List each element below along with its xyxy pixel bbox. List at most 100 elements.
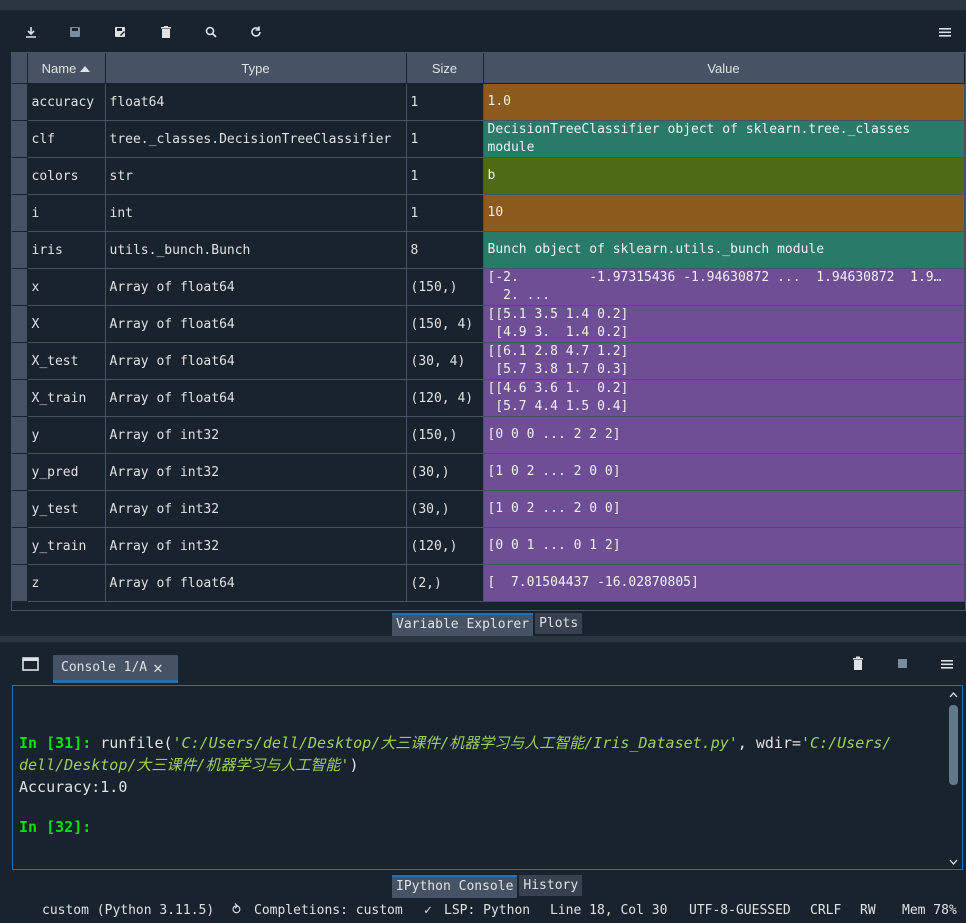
row-header[interactable] <box>12 564 28 602</box>
row-header[interactable] <box>12 379 28 417</box>
cell-type[interactable]: Array of float64 <box>105 305 407 343</box>
row-header[interactable] <box>12 120 28 158</box>
cell-size[interactable]: (120, 4) <box>406 379 484 417</box>
cell-size[interactable]: 8 <box>406 231 484 269</box>
tab-ipython-console[interactable]: IPython Console <box>392 875 518 898</box>
delete-icon[interactable] <box>155 22 177 42</box>
cell-type[interactable]: utils._bunch.Bunch <box>105 231 407 269</box>
cell-size[interactable]: (120,) <box>406 527 484 565</box>
status-completions[interactable]: Completions: custom <box>254 903 403 918</box>
console-menu-icon[interactable] <box>940 657 954 671</box>
tab-variable-explorer[interactable]: Variable Explorer <box>392 613 534 636</box>
cell-size[interactable]: 1 <box>406 194 484 232</box>
cell-name[interactable]: X_test <box>27 342 106 380</box>
cell-value[interactable]: [ 7.01504437 -16.02870805] <box>483 564 965 602</box>
tab-history[interactable]: History <box>519 875 583 896</box>
cell-size[interactable]: (150,) <box>406 268 484 306</box>
cell-name[interactable]: X <box>27 305 106 343</box>
cell-size[interactable]: (2,) <box>406 564 484 602</box>
row-header[interactable] <box>12 268 28 306</box>
cell-value[interactable]: [1 0 2 ... 2 0 0] <box>483 453 965 491</box>
cell-value[interactable]: [[4.6 3.6 1. 0.2] [5.7 4.4 1.5 0.4] <box>483 379 965 417</box>
close-icon[interactable]: ✕ <box>153 659 163 676</box>
cell-name[interactable]: y_pred <box>27 453 106 491</box>
column-header-type[interactable]: Type <box>105 53 407 84</box>
cell-type[interactable]: Array of int32 <box>105 453 407 491</box>
cell-value[interactable]: DecisionTreeClassifier object of sklearn… <box>483 120 965 158</box>
cell-size[interactable]: (150, 4) <box>406 305 484 343</box>
cell-name[interactable]: y_train <box>27 527 106 565</box>
cell-name[interactable]: clf <box>27 120 106 158</box>
menu-icon[interactable] <box>934 22 956 42</box>
cell-name[interactable]: x <box>27 268 106 306</box>
cell-type[interactable]: int <box>105 194 407 232</box>
cell-name[interactable]: X_train <box>27 379 106 417</box>
stop-icon[interactable] <box>898 659 907 668</box>
cell-size[interactable]: (150,) <box>406 416 484 454</box>
cell-value[interactable]: b <box>483 157 965 195</box>
row-header[interactable] <box>12 194 28 232</box>
status-lsp[interactable]: LSP: Python <box>444 903 530 918</box>
refresh-icon[interactable] <box>245 22 267 42</box>
table-row[interactable]: y_pred Array of int32 (30,) [1 0 2 ... 2 0 … <box>12 453 965 491</box>
cell-name[interactable]: z <box>27 564 106 602</box>
cell-name[interactable]: iris <box>27 231 106 269</box>
column-header-size[interactable]: Size <box>406 53 484 84</box>
cell-name[interactable]: y_test <box>27 490 106 528</box>
cell-type[interactable]: str <box>105 157 407 195</box>
row-header[interactable] <box>12 416 28 454</box>
cell-size[interactable]: (30,) <box>406 490 484 528</box>
table-row[interactable]: colors str 1 b <box>12 157 965 195</box>
cell-type[interactable]: Array of float64 <box>105 342 407 380</box>
cell-type[interactable]: Array of float64 <box>105 564 407 602</box>
table-row[interactable]: y_train Array of int32 (120,) [0 0 1 ... 0 … <box>12 527 965 565</box>
cell-name[interactable]: y <box>27 416 106 454</box>
cell-size[interactable]: 1 <box>406 120 484 158</box>
ipython-console[interactable]: In [31]: runfile('C:/Users/dell/Desktop/… <box>12 685 963 870</box>
row-header[interactable] <box>12 83 28 121</box>
cell-value[interactable]: 1.0 <box>483 83 965 121</box>
row-header[interactable] <box>12 342 28 380</box>
cell-type[interactable]: Array of int32 <box>105 416 407 454</box>
table-row[interactable]: X Array of float64 (150, 4) [[5.1 3.5 1.4 0… <box>12 305 965 343</box>
cell-type[interactable]: Array of float64 <box>105 268 407 306</box>
column-header-value[interactable]: Value <box>483 53 965 84</box>
console-scrollbar[interactable] <box>948 691 959 866</box>
table-row[interactable]: y_test Array of int32 (30,) [1 0 2 ... 2 0 … <box>12 490 965 528</box>
save-as-icon[interactable] <box>109 22 131 42</box>
cell-value[interactable]: [1 0 2 ... 2 0 0] <box>483 490 965 528</box>
cell-value[interactable]: [[5.1 3.5 1.4 0.2] [4.9 3. 1.4 0.2] <box>483 305 965 343</box>
table-row[interactable]: clf tree._classes.DecisionTreeClassifier 1… <box>12 120 965 158</box>
table-row[interactable]: accuracy float64 1 1.0 <box>12 83 965 121</box>
cell-type[interactable]: Array of int32 <box>105 490 407 528</box>
save-data-icon[interactable] <box>64 22 86 42</box>
pane-splitter[interactable] <box>0 636 966 642</box>
table-row[interactable]: X_train Array of float64 (120, 4) [[4.6 3.6… <box>12 379 965 417</box>
cell-name[interactable]: colors <box>27 157 106 195</box>
cell-size[interactable]: 1 <box>406 83 484 121</box>
cell-type[interactable]: float64 <box>105 83 407 121</box>
cell-type[interactable]: tree._classes.DecisionTreeClassifier <box>105 120 407 158</box>
row-header[interactable] <box>12 453 28 491</box>
cell-value[interactable]: [[6.1 2.8 4.7 1.2] [5.7 3.8 1.7 0.3] <box>483 342 965 380</box>
tab-console[interactable]: Console 1/A ✕ <box>53 655 178 683</box>
import-data-icon[interactable] <box>20 22 42 42</box>
table-row[interactable]: y Array of int32 (150,) [0 0 0 ... 2 2 2] <box>12 416 965 454</box>
search-icon[interactable] <box>200 22 222 42</box>
cell-value[interactable]: [0 0 1 ... 0 1 2] <box>483 527 965 565</box>
cell-name[interactable]: accuracy <box>27 83 106 121</box>
row-header[interactable] <box>12 305 28 343</box>
table-row[interactable]: iris utils._bunch.Bunch 8 Bunch object of s… <box>12 231 965 269</box>
scroll-thumb[interactable] <box>949 705 958 785</box>
cell-size[interactable]: (30, 4) <box>406 342 484 380</box>
cell-value[interactable]: [0 0 0 ... 2 2 2] <box>483 416 965 454</box>
cell-type[interactable]: Array of int32 <box>105 527 407 565</box>
status-environment[interactable]: custom (Python 3.11.5) <box>42 903 214 918</box>
cell-value[interactable]: Bunch object of sklearn.utils._bunch mod… <box>483 231 965 269</box>
tab-plots[interactable]: Plots <box>535 613 583 634</box>
row-header[interactable] <box>12 527 28 565</box>
table-row[interactable]: z Array of float64 (2,)[ 7.01504437 -16.02… <box>12 564 965 602</box>
cell-type[interactable]: Array of float64 <box>105 379 407 417</box>
cell-size[interactable]: 1 <box>406 157 484 195</box>
table-row[interactable]: x Array of float64 (150,) [-2. -1.97315436 … <box>12 268 965 306</box>
